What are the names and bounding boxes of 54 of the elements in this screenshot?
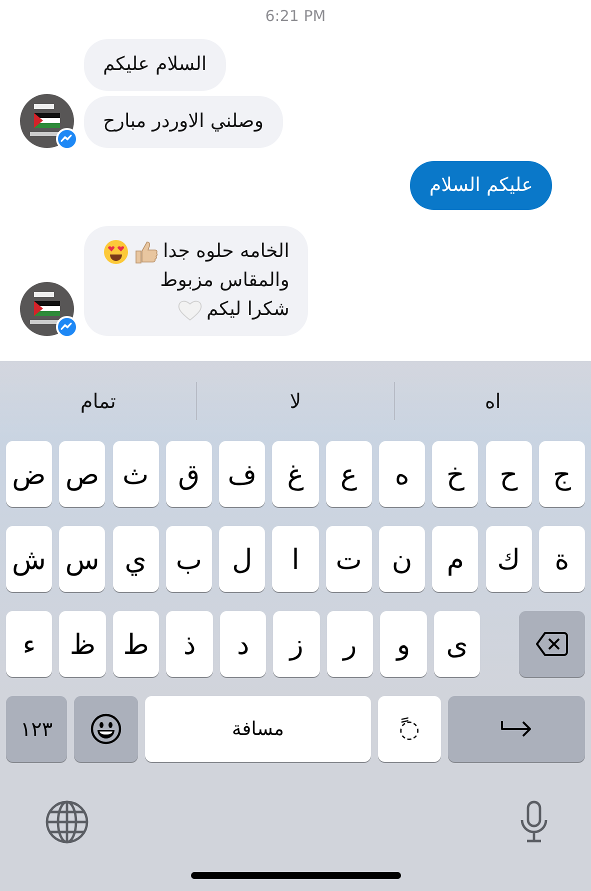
suggestion[interactable]: اه xyxy=(484,382,501,420)
chat-bolt-badge-icon xyxy=(56,128,78,150)
letter-key[interactable]: ل xyxy=(219,526,266,592)
letter-key[interactable]: ء xyxy=(6,611,52,677)
suggestion[interactable]: لا xyxy=(290,382,302,420)
letter-key[interactable]: ث xyxy=(112,441,159,507)
heart-eyes-face-icon xyxy=(103,238,129,264)
letter-key[interactable]: ا xyxy=(272,526,319,592)
letter-key[interactable]: ب xyxy=(166,526,212,592)
letter-key[interactable]: ق xyxy=(166,441,212,507)
message-text: شكرا ليكم xyxy=(206,297,290,322)
letter-key[interactable]: ط xyxy=(112,611,160,677)
letter-key[interactable]: ه xyxy=(379,441,426,507)
letter-key[interactable]: س xyxy=(59,526,106,592)
letter-key[interactable]: ز xyxy=(273,611,320,677)
message-text: والمقاس مزبوط xyxy=(160,268,290,293)
letter-key[interactable]: ت xyxy=(326,526,372,592)
letter-key[interactable]: ج xyxy=(538,441,585,507)
letter-key[interactable]: م xyxy=(432,526,478,592)
suggestion[interactable]: تمام xyxy=(80,382,116,420)
globe-icon[interactable] xyxy=(45,800,89,844)
diacritic-key[interactable]: ◌ً xyxy=(378,696,441,762)
letter-key[interactable]: ر xyxy=(326,611,374,677)
letter-key[interactable]: ظ xyxy=(59,611,106,677)
thumbs-up-icon xyxy=(133,238,159,264)
letter-key[interactable]: ح xyxy=(486,441,532,507)
timestamp: 6:21 PM xyxy=(265,7,326,25)
microphone-icon[interactable] xyxy=(518,800,550,844)
letter-key[interactable]: و xyxy=(380,611,427,677)
letter-key[interactable]: ة xyxy=(538,526,585,592)
emoji-key[interactable] xyxy=(74,696,138,762)
letter-key[interactable]: ي xyxy=(112,526,159,592)
message-text: الخامه حلوه جدا xyxy=(163,239,290,264)
letter-key[interactable]: ن xyxy=(379,526,426,592)
message-text: عليكم السلام xyxy=(429,173,533,198)
delete-icon xyxy=(535,631,569,657)
letter-key[interactable]: ع xyxy=(326,441,372,507)
letter-key[interactable]: غ xyxy=(272,441,319,507)
space-bar[interactable]: مسافة xyxy=(145,696,371,762)
numbers-key[interactable]: ١٢٣ xyxy=(6,696,67,762)
message-text: وصلني الاوردر مبارح xyxy=(103,109,264,134)
letter-key[interactable]: ذ xyxy=(166,611,213,677)
letter-key[interactable]: ض xyxy=(6,441,52,507)
letter-key[interactable]: ى xyxy=(434,611,480,677)
letter-key[interactable]: ف xyxy=(219,441,266,507)
letter-key[interactable]: د xyxy=(220,611,266,677)
letter-key[interactable]: ص xyxy=(59,441,106,507)
letter-key[interactable]: ك xyxy=(486,526,532,592)
chat-bolt-badge-icon xyxy=(56,316,78,338)
smiley-icon xyxy=(90,713,122,745)
letter-key[interactable]: خ xyxy=(432,441,478,507)
message-text: السلام عليكم xyxy=(103,52,207,77)
letter-key[interactable]: ش xyxy=(6,526,52,592)
delete-key[interactable] xyxy=(519,611,585,677)
